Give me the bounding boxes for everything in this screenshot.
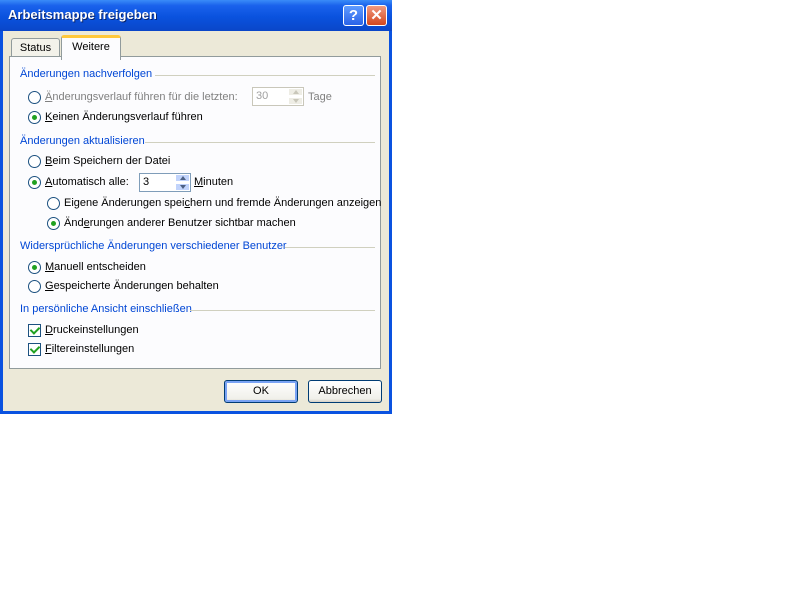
spin-up-icon[interactable] xyxy=(288,88,303,96)
label-show-others: Änderungen anderer Benutzer sichtbar mac… xyxy=(64,217,296,229)
spin-down-icon[interactable] xyxy=(288,97,303,105)
group-title-conflict: Widersprüchliche Änderungen verschiedene… xyxy=(20,240,287,252)
group-title-view: In persönliche Ansicht einschließen xyxy=(20,303,192,315)
label-history-days: Änderungsverlauf führen für die letzten: xyxy=(45,91,238,103)
label-minutes-unit: Minuten xyxy=(194,176,234,188)
help-icon: ? xyxy=(348,7,359,24)
radio-manual[interactable] xyxy=(28,261,41,274)
radio-history-days[interactable] xyxy=(28,91,41,104)
checkbox-filter-settings[interactable] xyxy=(28,343,41,356)
group-divider xyxy=(155,75,375,76)
spin-up-icon[interactable] xyxy=(175,174,190,182)
ok-button[interactable]: OK xyxy=(224,380,298,403)
checkbox-print-settings[interactable] xyxy=(28,324,41,337)
group-divider xyxy=(145,142,375,143)
history-days-stepper[interactable]: 30 xyxy=(252,87,304,106)
dialog-body: Status Weitere Änderungen nachverfolgen … xyxy=(3,31,389,411)
label-days-unit: Tage xyxy=(308,91,332,103)
tab-weitere[interactable]: Weitere xyxy=(61,35,121,60)
label-keep-saved: Gespeicherte Änderungen behalten xyxy=(45,280,219,292)
title-bar[interactable]: Arbeitsmappe freigeben ? ✕ xyxy=(0,0,392,31)
group-divider xyxy=(285,247,375,248)
group-title-update: Änderungen aktualisieren xyxy=(20,135,145,147)
radio-auto[interactable] xyxy=(28,176,41,189)
auto-minutes-stepper[interactable]: 3 xyxy=(139,173,191,192)
label-filter-settings: Filtereinstellungen xyxy=(45,343,135,355)
cancel-button[interactable]: Abbrechen xyxy=(308,380,382,403)
dialog-title: Arbeitsmappe freigeben xyxy=(8,7,157,22)
radio-on-save[interactable] xyxy=(28,155,41,168)
close-button[interactable]: ✕ xyxy=(366,5,387,26)
close-icon: ✕ xyxy=(370,7,383,24)
help-button[interactable]: ? xyxy=(343,5,364,26)
group-title-track: Änderungen nachverfolgen xyxy=(20,68,153,80)
auto-minutes-value: 3 xyxy=(143,176,150,188)
label-manual: Manuell entscheiden xyxy=(45,261,146,273)
label-save-and-show: Eigene Änderungen speichern und fremde Ä… xyxy=(64,197,382,209)
group-divider xyxy=(190,310,375,311)
label-auto: Automatisch alle: xyxy=(45,176,129,188)
radio-keep-saved[interactable] xyxy=(28,280,41,293)
share-workbook-dialog: Arbeitsmappe freigeben ? ✕ Status Weiter… xyxy=(0,0,392,414)
radio-no-history[interactable] xyxy=(28,111,41,124)
radio-save-and-show[interactable] xyxy=(47,197,60,210)
spin-down-icon[interactable] xyxy=(175,183,190,191)
radio-show-others[interactable] xyxy=(47,217,60,230)
label-no-history: Keinen Änderungsverlauf führen xyxy=(45,111,203,123)
label-print-settings: Druckeinstellungen xyxy=(45,324,139,336)
tab-panel-weitere: Änderungen nachverfolgen Änderungsverlau… xyxy=(9,56,381,369)
history-days-value: 30 xyxy=(256,90,269,102)
label-on-save: Beim Speichern der Datei xyxy=(45,155,171,167)
